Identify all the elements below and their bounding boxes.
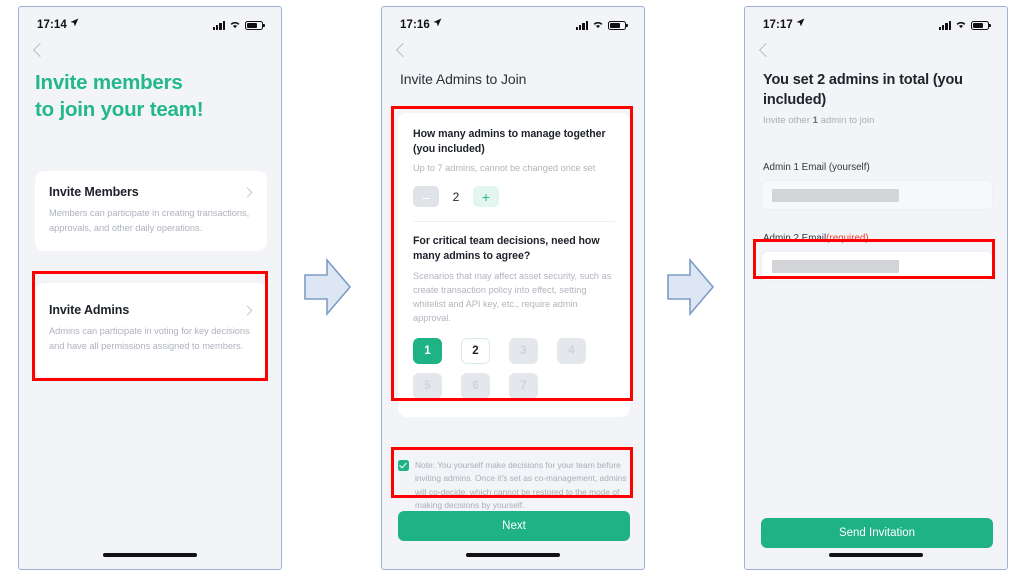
hero-line-2: to join your team! bbox=[35, 98, 204, 122]
next-button[interactable]: Next bbox=[398, 511, 630, 541]
label-text: Admin 2 Email bbox=[763, 233, 827, 244]
card-description: Members can participate in creating tran… bbox=[49, 208, 250, 233]
status-time-text: 17:14 bbox=[37, 19, 67, 31]
cellular-signal-icon bbox=[575, 20, 588, 30]
home-indicator bbox=[103, 553, 197, 557]
hero-line-1: Invite members bbox=[35, 71, 183, 94]
admin-2-email-input[interactable] bbox=[761, 251, 993, 281]
battery-icon bbox=[245, 20, 265, 30]
required-marker: (required) bbox=[826, 233, 869, 244]
chevron-left-icon[interactable] bbox=[32, 42, 48, 58]
label-text: Admin 1 Email (yourself) bbox=[763, 162, 870, 173]
status-time: 17:16 bbox=[400, 18, 442, 31]
question-description: Scenarios that may affect asset security… bbox=[413, 270, 612, 324]
status-bar: 17:16 bbox=[382, 7, 644, 37]
approval-count-options: 1 2 3 4 5 6 7 bbox=[413, 337, 615, 399]
home-indicator bbox=[466, 553, 560, 557]
nav-bar bbox=[382, 37, 644, 63]
page-subtitle: Invite other 1 admin to join bbox=[745, 110, 1007, 126]
battery-icon bbox=[608, 20, 628, 30]
redacted-value bbox=[772, 188, 899, 202]
cellular-signal-icon bbox=[212, 20, 225, 30]
redacted-value bbox=[772, 259, 899, 273]
note-text: Note: You yourself make decisions for yo… bbox=[415, 460, 627, 510]
status-time-text: 17:17 bbox=[763, 19, 793, 31]
card-title: Invite Members bbox=[49, 185, 139, 199]
approval-option-5: 5 bbox=[413, 372, 442, 399]
location-arrow-icon bbox=[70, 18, 79, 30]
chevron-right-icon bbox=[242, 187, 253, 197]
admin-1-email-label: Admin 1 Email (yourself) bbox=[763, 162, 870, 173]
question-approvals-needed: For critical team decisions, need how ma… bbox=[413, 234, 615, 399]
location-arrow-icon bbox=[796, 18, 805, 30]
nav-bar bbox=[745, 37, 1007, 63]
question-title: How many admins to manage together (you … bbox=[413, 128, 606, 155]
flow-arrow-1 bbox=[303, 257, 353, 321]
card-invite-members[interactable]: Invite Members Members can participate i… bbox=[35, 171, 267, 252]
admin-1-email-input[interactable] bbox=[761, 180, 993, 210]
admin-count-stepper: – 2 + bbox=[413, 186, 615, 208]
card-header: Invite Members bbox=[49, 185, 253, 199]
chevron-left-icon[interactable] bbox=[758, 42, 774, 58]
admins-config-panel: How many admins to manage together (you … bbox=[398, 113, 630, 417]
status-indicators bbox=[575, 16, 628, 34]
wifi-icon bbox=[592, 16, 604, 34]
stepper-decrement-button[interactable]: – bbox=[413, 186, 439, 208]
battery-icon bbox=[971, 20, 991, 30]
status-bar: 17:14 bbox=[19, 7, 281, 37]
flow-arrow-2 bbox=[666, 257, 716, 321]
approval-option-3: 3 bbox=[509, 337, 538, 364]
approval-option-2[interactable]: 2 bbox=[461, 337, 490, 364]
phone-screen-set-admins-total: 17:17 You set 2 admins in total (you inc… bbox=[744, 6, 1008, 570]
subtitle-prefix: Invite other bbox=[763, 115, 813, 127]
status-bar: 17:17 bbox=[745, 7, 1007, 37]
status-indicators bbox=[938, 16, 991, 34]
right-arrow-shape bbox=[667, 257, 715, 317]
wifi-icon bbox=[955, 16, 967, 34]
nav-bar bbox=[19, 37, 281, 63]
send-invitation-button[interactable]: Send Invitation bbox=[761, 518, 993, 548]
status-time: 17:17 bbox=[763, 18, 805, 31]
chevron-right-icon bbox=[242, 305, 253, 315]
approval-option-6: 6 bbox=[461, 372, 490, 399]
wifi-icon bbox=[229, 16, 241, 34]
card-description: Admins can participate in voting for key… bbox=[49, 326, 250, 351]
approval-option-7: 7 bbox=[509, 372, 538, 399]
approval-option-1[interactable]: 1 bbox=[413, 337, 442, 364]
three-screen-flow-diagram: 17:14 Invite members to join your team! bbox=[0, 0, 1024, 576]
status-time-text: 17:16 bbox=[400, 19, 430, 31]
chevron-left-icon[interactable] bbox=[395, 42, 411, 58]
question-description: Up to 7 admins, cannot be changed once s… bbox=[413, 163, 596, 174]
checkbox-checked-icon[interactable] bbox=[398, 460, 409, 471]
admin-2-email-label: Admin 2 Email(required) bbox=[763, 233, 869, 244]
panel-divider bbox=[413, 221, 615, 223]
page-title: Invite members to join your team! bbox=[19, 63, 281, 123]
question-title: For critical team decisions, need how ma… bbox=[413, 235, 600, 263]
phone-screen-invite-admins-to-join: 17:16 Invite Admins to Join How many adm… bbox=[381, 6, 645, 570]
status-indicators bbox=[212, 16, 265, 34]
right-arrow-shape bbox=[304, 257, 352, 317]
stepper-increment-button[interactable]: + bbox=[473, 186, 499, 208]
page-title: You set 2 admins in total (you included) bbox=[763, 72, 963, 108]
home-indicator bbox=[829, 553, 923, 557]
page-title: Invite Admins to Join bbox=[400, 71, 527, 87]
status-time: 17:14 bbox=[37, 18, 79, 31]
approval-option-4: 4 bbox=[557, 337, 586, 364]
card-invite-admins[interactable]: Invite Admins Admins can participate in … bbox=[35, 283, 267, 378]
question-how-many-admins: How many admins to manage together (you … bbox=[413, 127, 615, 208]
cellular-signal-icon bbox=[938, 20, 951, 30]
stepper-value: 2 bbox=[452, 189, 460, 204]
phone-screen-invite-members: 17:14 Invite members to join your team! bbox=[18, 6, 282, 570]
card-title: Invite Admins bbox=[49, 303, 130, 317]
subtitle-suffix: admin to join bbox=[817, 115, 875, 127]
card-header: Invite Admins bbox=[49, 303, 253, 317]
location-arrow-icon bbox=[433, 18, 442, 30]
co-management-note: Note: You yourself make decisions for yo… bbox=[398, 459, 630, 512]
